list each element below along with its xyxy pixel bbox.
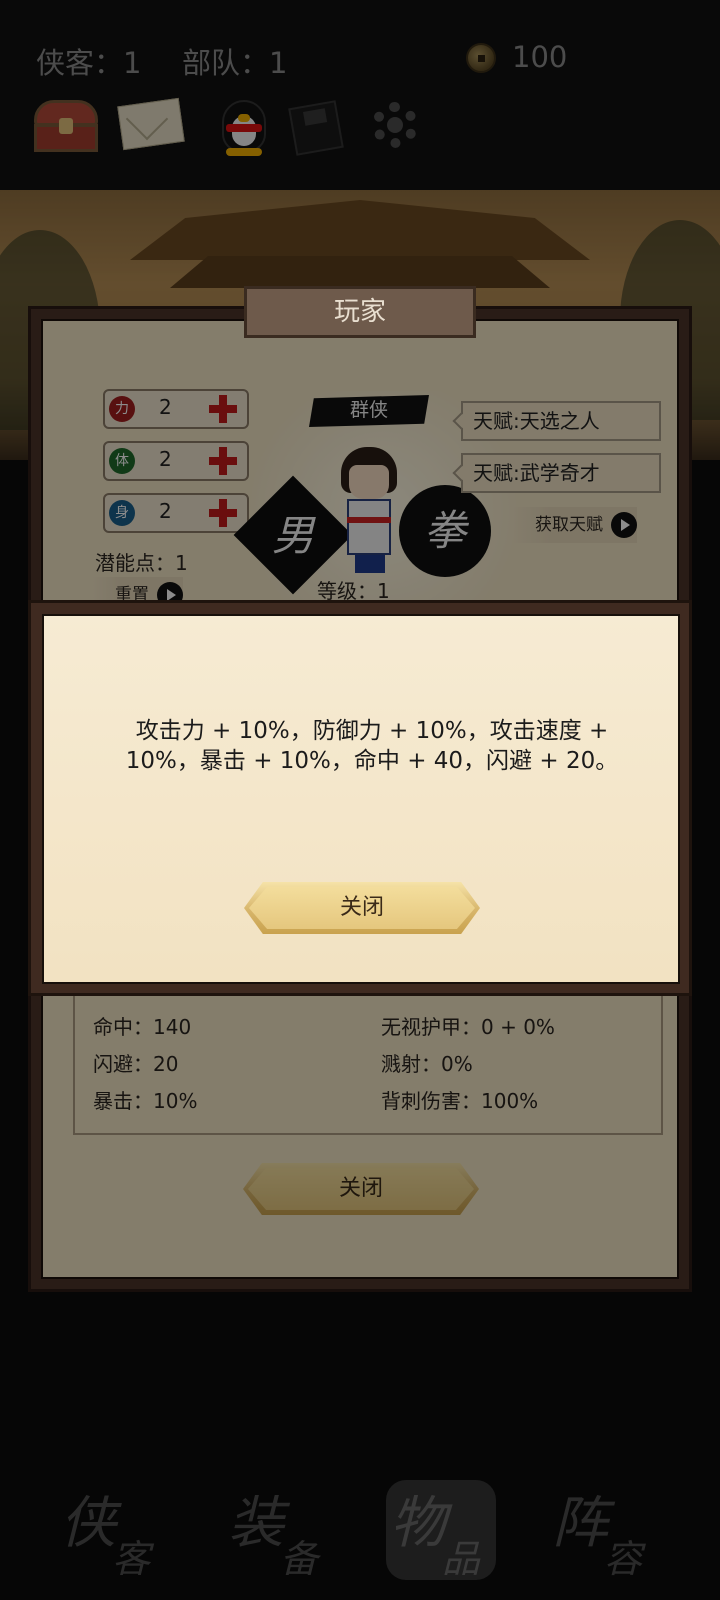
talent-detail-dialog: 攻击力 + 10%，防御力 + 10%，攻击速度 + 10%，暴击 + 10%，… [28, 600, 692, 996]
nav-lineup-small: 容 [604, 1537, 643, 1581]
nav-equipment[interactable]: 装 备 [228, 1478, 338, 1588]
nav-items[interactable]: 物 品 [386, 1478, 500, 1588]
nav-items-big: 物 [390, 1491, 446, 1556]
nav-items-small: 品 [442, 1537, 481, 1581]
nav-lineup-big: 阵 [552, 1491, 608, 1556]
nav-lineup[interactable]: 阵 容 [552, 1478, 662, 1588]
nav-equipment-big: 装 [228, 1491, 284, 1556]
dialog-close-label: 关闭 [339, 895, 384, 920]
nav-heroes[interactable]: 侠 客 [60, 1478, 170, 1588]
bottom-nav: 侠 客 装 备 物 品 阵 容 [0, 1460, 720, 1600]
nav-equipment-small: 备 [280, 1537, 319, 1581]
panel-title: 玩家 [244, 286, 476, 338]
nav-heroes-big: 侠 [60, 1491, 116, 1556]
dialog-close-button[interactable]: 关闭 [244, 882, 480, 934]
nav-heroes-small: 客 [112, 1537, 151, 1581]
dialog-description: 攻击力 + 10%，防御力 + 10%，攻击速度 + 10%，暴击 + 10%，… [125, 718, 619, 774]
